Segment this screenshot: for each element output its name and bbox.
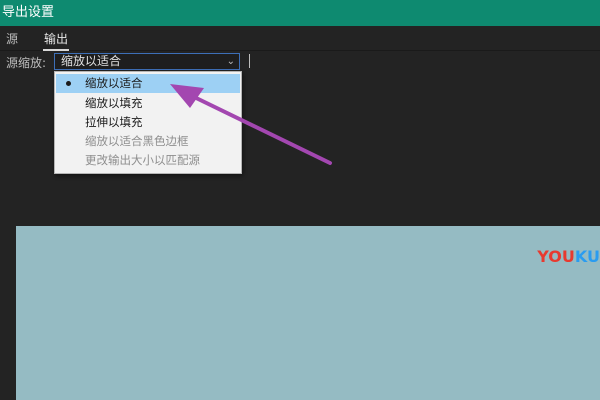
- chevron-down-icon: ⌄: [226, 56, 235, 67]
- menu-item-label: 缩放以适合: [85, 76, 143, 90]
- menu-item-label: 缩放以填充: [85, 96, 143, 110]
- menu-item-stretch-to-fill[interactable]: 拉伸以填充: [56, 113, 240, 132]
- menu-item-scale-to-fit[interactable]: 缩放以适合: [56, 74, 240, 93]
- source-scale-menu: 缩放以适合 缩放以填充 拉伸以填充 缩放以适合黑色边框 更改输出大小以匹配源: [54, 71, 242, 174]
- menu-item-scale-to-fit-black-borders: 缩放以适合黑色边框: [56, 132, 240, 151]
- text-cursor-divider: [249, 54, 250, 68]
- tab-output[interactable]: 输出: [42, 30, 70, 51]
- menu-item-label: 缩放以适合黑色边框: [85, 134, 189, 148]
- youku-logo: YOUKU: [537, 247, 600, 266]
- source-scale-row: 源缩放: 缩放以适合 ⌄: [0, 51, 600, 73]
- menu-item-scale-to-fill[interactable]: 缩放以填充: [56, 94, 240, 113]
- source-scale-value: 缩放以适合: [61, 54, 122, 68]
- menu-item-label: 更改输出大小以匹配源: [85, 153, 200, 167]
- menu-item-label: 拉伸以填充: [85, 115, 143, 129]
- selected-bullet-icon: [66, 81, 71, 86]
- dialog-title: 导出设置: [2, 5, 55, 20]
- source-scale-dropdown[interactable]: 缩放以适合 ⌄: [54, 53, 240, 70]
- menu-item-change-output-size-to-match-source: 更改输出大小以匹配源: [56, 151, 240, 170]
- video-preview: YOUKU: [16, 226, 600, 400]
- source-scale-label: 源缩放:: [6, 56, 47, 70]
- dialog-title-bar: 导出设置: [0, 0, 600, 26]
- tab-source[interactable]: 源: [6, 30, 18, 47]
- tab-bar: 源 输出: [0, 26, 600, 51]
